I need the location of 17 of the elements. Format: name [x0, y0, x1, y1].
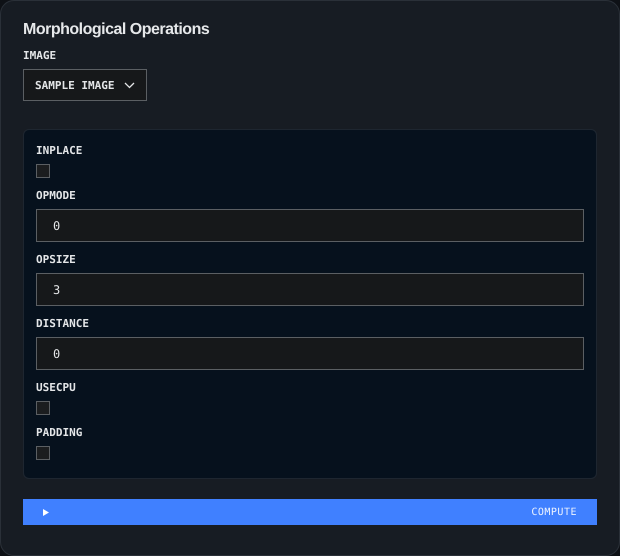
- number-input[interactable]: 3: [36, 273, 584, 306]
- number-input[interactable]: 0: [36, 209, 584, 242]
- field-label: OPSIZE: [36, 253, 77, 266]
- field-label: OPMODE: [36, 189, 77, 202]
- checkbox[interactable]: [36, 446, 50, 460]
- field-label: USECPU: [36, 381, 77, 394]
- number-input[interactable]: 0: [36, 337, 584, 370]
- image-dropdown[interactable]: SAMPLE IMAGE: [23, 69, 148, 101]
- field-label: PADDING: [36, 426, 84, 439]
- chevron-down-icon: [124, 82, 136, 88]
- panel-title: Morphological Operations: [23, 21, 210, 39]
- field-label: DISTANCE: [36, 317, 90, 330]
- play-icon: [43, 508, 49, 516]
- field-label: IMAGE: [23, 49, 58, 62]
- checkbox[interactable]: [36, 164, 50, 178]
- checkbox[interactable]: [36, 401, 50, 415]
- field-label: INPLACE: [36, 144, 84, 157]
